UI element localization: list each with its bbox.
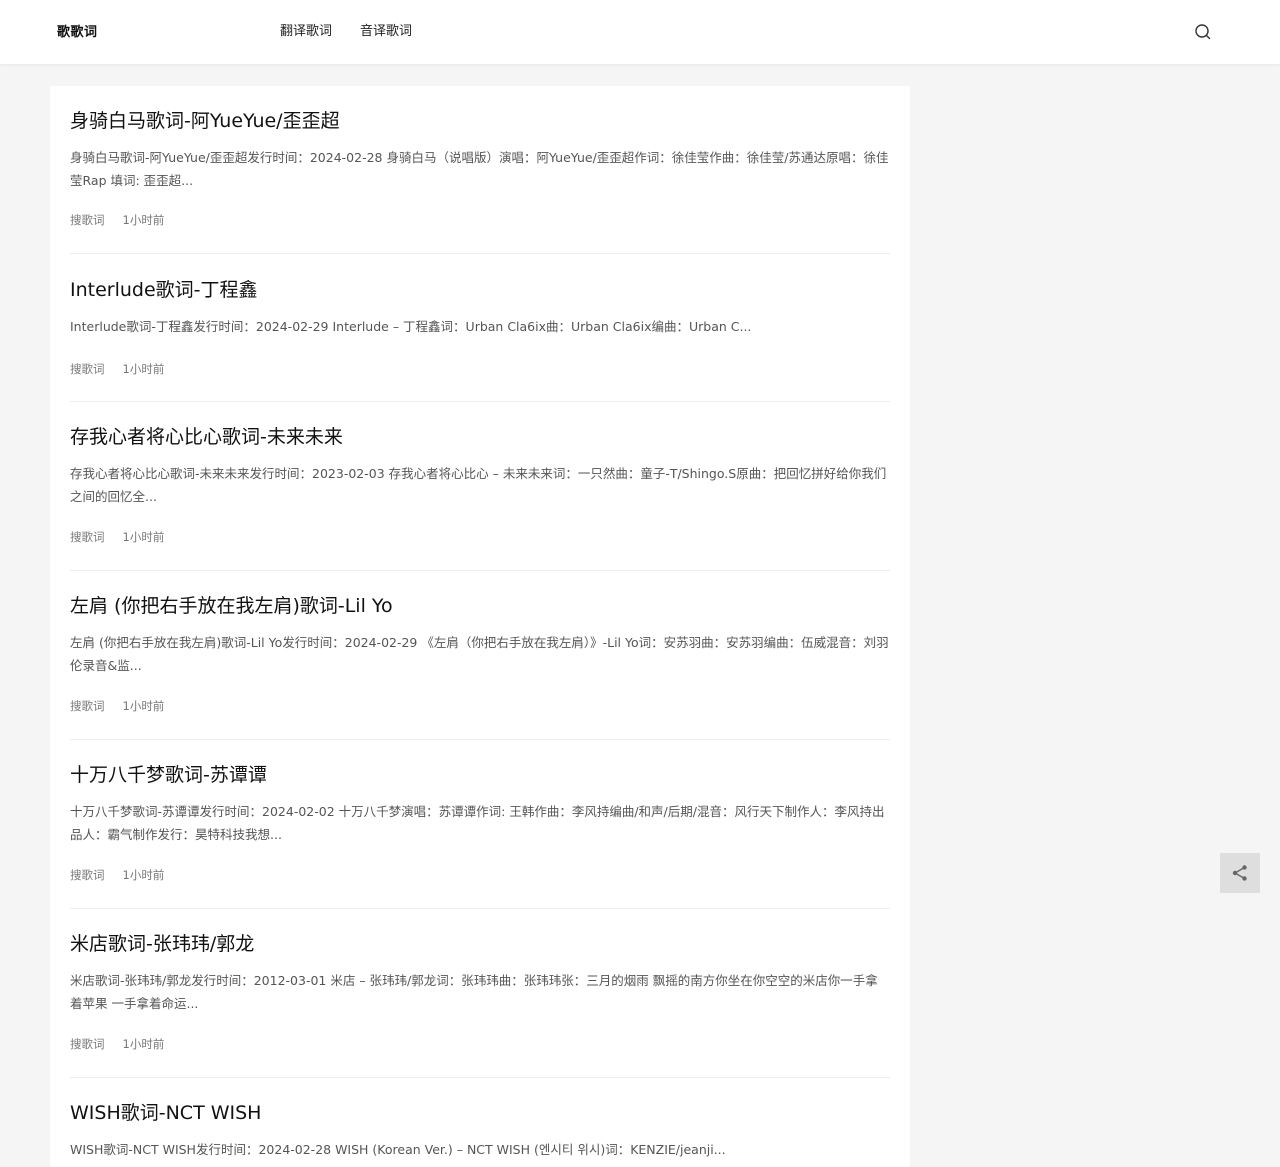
post-item: Interlude歌词-丁程鑫 Interlude歌词-丁程鑫发行时间：2024… <box>70 275 890 402</box>
post-item: 存我心者将心比心歌词-未来未来 存我心者将心比心歌词-未来未来发行时间：2023… <box>70 422 890 571</box>
post-item: 身骑白马歌词-阿YueYue/歪歪超 身骑白马歌词-阿YueYue/歪歪超发行时… <box>70 106 890 254</box>
post-meta: 搜歌词 1小时前 <box>70 361 164 377</box>
post-meta: 搜歌词 1小时前 <box>70 529 164 545</box>
post-time: 1小时前 <box>122 213 165 227</box>
post-category[interactable]: 搜歌词 <box>70 212 105 228</box>
post-title[interactable]: Interlude歌词-丁程鑫 <box>70 275 258 305</box>
post-category[interactable]: 搜歌词 <box>70 529 105 545</box>
post-excerpt: 左肩 (你把右手放在我左肩)歌词-Lil Yo发行时间：2024-02-29 《… <box>70 635 889 673</box>
post-time: 1小时前 <box>122 362 165 376</box>
share-icon <box>1232 865 1247 881</box>
post-category[interactable]: 搜歌词 <box>70 1036 105 1052</box>
post-item: WISH歌词-NCT WISH WISH歌词-NCT WISH发行时间：2024… <box>70 1098 890 1167</box>
post-title[interactable]: 十万八千梦歌词-苏谭谭 <box>70 760 267 790</box>
post-item: 十万八千梦歌词-苏谭谭 十万八千梦歌词-苏谭谭发行时间：2024-02-02 十… <box>70 760 890 909</box>
site-logo[interactable]: 歌歌词 <box>57 23 98 43</box>
post-category[interactable]: 搜歌词 <box>70 867 105 883</box>
post-time: 1小时前 <box>122 530 165 544</box>
post-meta: 搜歌词 1小时前 <box>70 698 164 714</box>
post-excerpt: 十万八千梦歌词-苏谭谭发行时间：2024-02-02 十万八千梦演唱：苏谭谭作词… <box>70 804 885 842</box>
post-item: 米店歌词-张玮玮/郭龙 米店歌词-张玮玮/郭龙发行时间：2012-03-01 米… <box>70 929 890 1078</box>
post-title[interactable]: 米店歌词-张玮玮/郭龙 <box>70 929 254 959</box>
post-list: 身骑白马歌词-阿YueYue/歪歪超 身骑白马歌词-阿YueYue/歪歪超发行时… <box>50 86 910 1167</box>
post-meta: 搜歌词 1小时前 <box>70 867 164 883</box>
post-time: 1小时前 <box>122 699 165 713</box>
post-title[interactable]: WISH歌词-NCT WISH <box>70 1098 261 1128</box>
nav-item-transliterated-lyrics[interactable]: 音译歌词 <box>360 22 412 42</box>
search-button[interactable] <box>1193 22 1213 42</box>
post-excerpt: 米店歌词-张玮玮/郭龙发行时间：2012-03-01 米店 – 张玮玮/郭龙词：… <box>70 973 878 1011</box>
post-excerpt: WISH歌词-NCT WISH发行时间：2024-02-28 WISH (Kor… <box>70 1142 726 1157</box>
post-time: 1小时前 <box>122 868 165 882</box>
post-excerpt: 身骑白马歌词-阿YueYue/歪歪超发行时间：2024-02-28 身骑白马（说… <box>70 150 889 188</box>
post-excerpt: Interlude歌词-丁程鑫发行时间：2024-02-29 Interlude… <box>70 319 752 334</box>
post-title[interactable]: 存我心者将心比心歌词-未来未来 <box>70 422 343 452</box>
search-icon <box>1195 24 1211 40</box>
post-meta: 搜歌词 1小时前 <box>70 212 164 228</box>
post-time: 1小时前 <box>122 1037 165 1051</box>
post-title[interactable]: 左肩 (你把右手放在我左肩)歌词-Lil Yo <box>70 591 393 621</box>
main-nav: 翻译歌词 音译歌词 <box>280 22 412 42</box>
share-button[interactable] <box>1220 853 1260 893</box>
site-header: 歌歌词 翻译歌词 音译歌词 <box>0 0 1280 64</box>
post-title[interactable]: 身骑白马歌词-阿YueYue/歪歪超 <box>70 106 340 136</box>
post-excerpt: 存我心者将心比心歌词-未来未来发行时间：2023-02-03 存我心者将心比心 … <box>70 466 887 504</box>
post-meta: 搜歌词 1小时前 <box>70 1036 164 1052</box>
nav-item-translated-lyrics[interactable]: 翻译歌词 <box>280 22 332 42</box>
post-category[interactable]: 搜歌词 <box>70 698 105 714</box>
post-item: 左肩 (你把右手放在我左肩)歌词-Lil Yo 左肩 (你把右手放在我左肩)歌词… <box>70 591 890 740</box>
post-category[interactable]: 搜歌词 <box>70 361 105 377</box>
